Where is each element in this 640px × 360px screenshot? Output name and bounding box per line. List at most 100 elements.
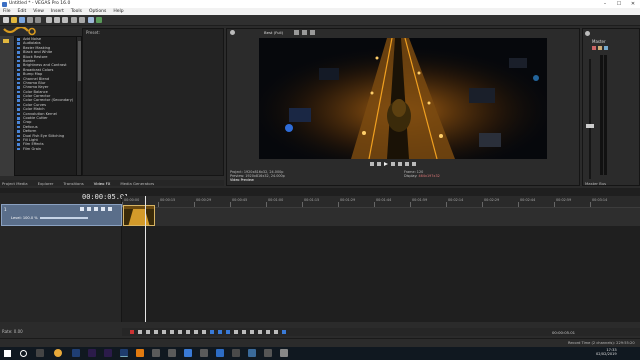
- app-icon-6[interactable]: [232, 349, 240, 357]
- trim-end-icon[interactable]: [250, 330, 254, 334]
- vegas-icon[interactable]: [120, 349, 128, 357]
- app-icon-5[interactable]: [216, 349, 224, 357]
- menu-insert[interactable]: Insert: [51, 9, 64, 14]
- after-effects-icon[interactable]: [104, 349, 112, 357]
- play-from-start-icon[interactable]: [146, 330, 150, 334]
- premiere-icon[interactable]: [88, 349, 96, 357]
- menu-file[interactable]: File: [3, 9, 11, 14]
- copy-snapshot-icon[interactable]: [310, 30, 315, 35]
- tab-project-media[interactable]: Project Media: [2, 181, 28, 186]
- loop-icon[interactable]: [138, 330, 142, 334]
- go-start-icon[interactable]: [178, 330, 182, 334]
- menu-view[interactable]: View: [33, 9, 44, 14]
- timeline-ruler[interactable]: 00:00:00 00:00:15 00:00:29 00:00:45 00:01:00…: [122, 196, 640, 208]
- menu-help[interactable]: Help: [113, 9, 123, 14]
- vlc-icon[interactable]: [136, 349, 144, 357]
- play-icon[interactable]: [154, 330, 158, 334]
- pause-icon[interactable]: [391, 162, 395, 166]
- next-frame-icon[interactable]: [405, 162, 409, 166]
- photoshop-icon[interactable]: [72, 349, 80, 357]
- marker-icon[interactable]: [266, 330, 270, 334]
- preview-settings-icon[interactable]: [230, 30, 235, 35]
- menu-edit[interactable]: Edit: [18, 9, 27, 14]
- split-screen-icon[interactable]: [294, 30, 299, 35]
- next-frame-icon[interactable]: [202, 330, 206, 334]
- track-fx-icon[interactable]: [94, 207, 98, 211]
- prev-frame-icon[interactable]: [194, 330, 198, 334]
- close-button[interactable]: ✕: [626, 0, 640, 8]
- fx-category-tree[interactable]: [0, 36, 14, 176]
- app-icon-7[interactable]: [248, 349, 256, 357]
- master-fader[interactable]: [586, 124, 594, 128]
- save-icon[interactable]: [19, 17, 25, 23]
- task-view-icon[interactable]: [36, 349, 44, 357]
- stop-icon[interactable]: [170, 330, 174, 334]
- render-icon[interactable]: [35, 17, 41, 23]
- track-level-slider[interactable]: [40, 217, 88, 219]
- preview-tab[interactable]: Video Preview: [230, 178, 285, 182]
- chrome-icon[interactable]: [54, 349, 62, 357]
- video-fx-list[interactable]: Add Noise Audiolabs Bezier Masking Black an…: [14, 36, 82, 176]
- lock-icon[interactable]: [258, 330, 262, 334]
- fx-list-item[interactable]: Film Grain: [15, 147, 81, 151]
- undo-icon[interactable]: [71, 17, 77, 23]
- mixer-mute-icon[interactable]: [598, 46, 602, 50]
- end-icon[interactable]: [412, 162, 416, 166]
- go-end-icon[interactable]: [186, 330, 190, 334]
- overlays-icon[interactable]: [302, 30, 307, 35]
- help-icon[interactable]: [96, 17, 102, 23]
- menu-options[interactable]: Options: [89, 9, 106, 14]
- loop-icon[interactable]: [370, 162, 374, 166]
- cut-icon[interactable]: [46, 17, 52, 23]
- normal-edit-icon[interactable]: [210, 330, 214, 334]
- mixer-fx-icon[interactable]: [592, 46, 596, 50]
- tab-transitions[interactable]: Transitions: [63, 181, 83, 186]
- paste-icon[interactable]: [62, 17, 68, 23]
- pause-icon[interactable]: [162, 330, 166, 334]
- snap-icon[interactable]: [88, 17, 94, 23]
- fx-list-scrollbar[interactable]: [76, 37, 81, 175]
- app-icon-8[interactable]: [264, 349, 272, 357]
- mixer-solo-icon[interactable]: [604, 46, 608, 50]
- mixer-settings-icon[interactable]: [585, 31, 590, 36]
- video-clip[interactable]: [123, 205, 155, 226]
- copy-icon[interactable]: [54, 17, 60, 23]
- maximize-button[interactable]: ☐: [612, 0, 626, 8]
- app-icon-9[interactable]: [280, 349, 288, 357]
- track-composite-icon[interactable]: [108, 207, 112, 211]
- app-icon-2[interactable]: [168, 349, 176, 357]
- open-icon[interactable]: [11, 17, 17, 23]
- prev-frame-icon[interactable]: [377, 162, 381, 166]
- video-track-lane[interactable]: [122, 208, 640, 226]
- stop-icon[interactable]: [398, 162, 402, 166]
- minimize-button[interactable]: –: [598, 0, 612, 8]
- record-icon[interactable]: [130, 330, 134, 334]
- preview-quality-dropdown[interactable]: Best (Full): [264, 30, 283, 35]
- track-mute-icon[interactable]: [80, 207, 84, 211]
- system-clock[interactable]: 17:33 02/02/2019: [596, 348, 617, 357]
- tab-media-generators[interactable]: Media Generators: [120, 181, 154, 186]
- play-icon[interactable]: [384, 162, 388, 166]
- new-project-icon[interactable]: [3, 17, 9, 23]
- tab-video-fx[interactable]: Video FX: [94, 181, 111, 186]
- video-track-header[interactable]: 1 Level: 100.0 %: [1, 204, 122, 226]
- start-icon[interactable]: [4, 350, 11, 357]
- app-icon-1[interactable]: [152, 349, 160, 357]
- menu-tools[interactable]: Tools: [71, 9, 82, 14]
- track-solo-icon[interactable]: [87, 207, 91, 211]
- playhead-cursor[interactable]: [145, 196, 146, 322]
- selection-edit-icon[interactable]: [226, 330, 230, 334]
- scroll-thumb[interactable]: [78, 41, 81, 81]
- split-icon[interactable]: [234, 330, 238, 334]
- region-icon[interactable]: [274, 330, 278, 334]
- trim-start-icon[interactable]: [242, 330, 246, 334]
- track-motion-icon[interactable]: [101, 207, 105, 211]
- app-icon-4[interactable]: [200, 349, 208, 357]
- mixer-tab[interactable]: Master Bus: [585, 181, 606, 186]
- redo-icon[interactable]: [79, 17, 85, 23]
- tab-explorer[interactable]: Explorer: [38, 181, 54, 186]
- app-icon-3[interactable]: [184, 349, 192, 357]
- envelope-edit-icon[interactable]: [218, 330, 222, 334]
- properties-icon[interactable]: [27, 17, 33, 23]
- snapping-icon[interactable]: [282, 330, 286, 334]
